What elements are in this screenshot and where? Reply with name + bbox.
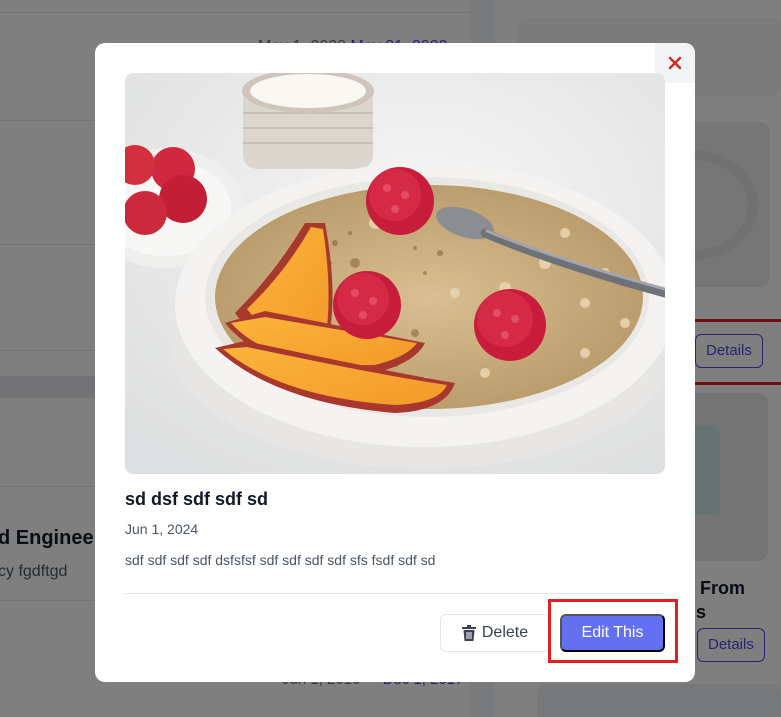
- edit-button[interactable]: Edit This: [560, 614, 665, 652]
- post-image: [125, 73, 665, 474]
- post-detail-modal: sd dsf sdf sdf sd Jun 1, 2024 sdf sdf sd…: [95, 43, 695, 682]
- close-icon: [668, 56, 682, 70]
- post-description: sdf sdf sdf sdf dsfsfsf sdf sdf sdf sdf …: [125, 552, 436, 568]
- trash-icon: [461, 625, 476, 641]
- delete-button[interactable]: Delete: [440, 614, 550, 652]
- modal-divider: [125, 593, 665, 594]
- oatmeal-bowl-image: [125, 73, 665, 474]
- post-title: sd dsf sdf sdf sd: [125, 489, 269, 509]
- delete-label: Delete: [481, 624, 529, 641]
- post-date: Jun 1, 2024: [125, 521, 199, 537]
